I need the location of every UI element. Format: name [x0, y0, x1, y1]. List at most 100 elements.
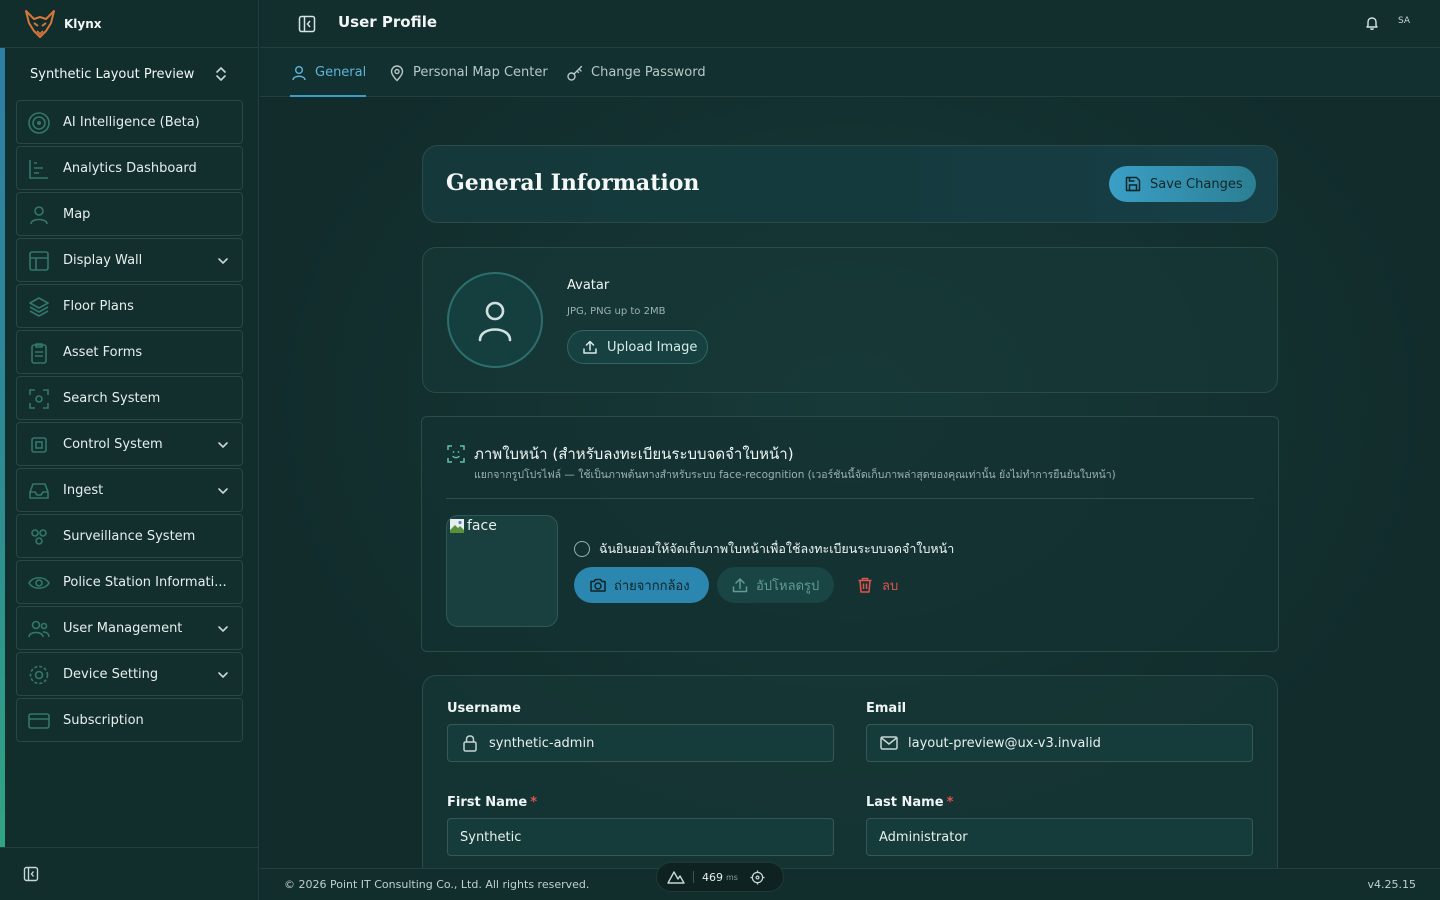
- sidebar-item-subscription[interactable]: Subscription: [16, 698, 243, 742]
- cpu-icon: [31, 437, 47, 453]
- user-avatar[interactable]: SA: [1398, 16, 1410, 26]
- last-name-field[interactable]: Administrator: [866, 818, 1253, 856]
- first-name-value: Synthetic: [460, 829, 522, 845]
- scan-icon: [29, 389, 49, 409]
- profile-form-card: Username synthetic-admin Email layout-pr…: [422, 675, 1278, 868]
- sidebar-item-label: Control System: [63, 436, 163, 452]
- eye-icon: [28, 576, 50, 590]
- mountain-icon: [667, 871, 685, 884]
- save-changes-button[interactable]: Save Changes: [1109, 166, 1256, 202]
- card-icon: [28, 713, 50, 729]
- username-label: Username: [447, 701, 521, 716]
- face-section-subtitle: แยกจากรูปโปรไฟล์ — ใช้เป็นภาพต้นทางสำหรั…: [474, 469, 1116, 481]
- avatar-card: Avatar JPG, PNG up to 2MB Upload Image: [422, 247, 1278, 393]
- chevron-down-icon: [218, 488, 228, 495]
- email-value: layout-preview@ux-v3.invalid: [908, 735, 1101, 751]
- sidebar-item-label: Analytics Dashboard: [63, 160, 197, 176]
- username-value: synthetic-admin: [489, 735, 595, 751]
- chevron-down-icon: [218, 442, 228, 449]
- email-label: Email: [866, 701, 907, 716]
- map-pin-icon: [390, 64, 404, 81]
- face-enrollment-card: ภาพใบหน้า (สำหรับลงทะเบียนระบบจดจำใบหน้า…: [421, 416, 1279, 652]
- key-icon: [567, 65, 583, 81]
- brand[interactable]: Klynx: [0, 0, 258, 48]
- sidebar-item-display-wall[interactable]: Display Wall: [16, 238, 243, 282]
- sidebar-item-label: Floor Plans: [63, 298, 134, 314]
- sidebar-item-map[interactable]: Map: [16, 192, 243, 236]
- toggle-sidebar-icon[interactable]: [298, 15, 316, 33]
- sidebar-nav: AI Intelligence (Beta) Analytics Dashboa…: [16, 100, 243, 744]
- cameras-icon: [31, 529, 47, 545]
- avatar-hint: JPG, PNG up to 2MB: [567, 306, 666, 317]
- brand-name: Klynx: [64, 16, 102, 31]
- tab-change-password[interactable]: Change Password: [566, 48, 706, 97]
- clipboard-icon: [31, 343, 47, 364]
- camera-icon: [590, 578, 606, 592]
- layers-icon: [29, 297, 49, 317]
- fox-logo-icon: [25, 9, 55, 38]
- lock-icon: [463, 735, 477, 752]
- broken-image: face: [447, 516, 557, 534]
- last-name-label: Last Name *: [866, 795, 954, 810]
- upload-image-label: Upload Image: [607, 339, 698, 355]
- upload-face-button[interactable]: อัปโหลดรูป: [717, 567, 834, 603]
- top-header: User Profile SA: [260, 0, 1440, 48]
- sidebar-item-control-system[interactable]: Control System: [16, 422, 243, 466]
- user-icon: [292, 65, 306, 80]
- app-version: v4.25.15: [1367, 878, 1417, 891]
- face-image: face: [446, 515, 558, 627]
- capture-camera-label: ถ่ายจากกล้อง: [614, 578, 690, 594]
- face-section-title: ภาพใบหน้า (สำหรับลงทะเบียนระบบจดจำใบหน้า…: [474, 445, 794, 463]
- sidebar-item-police-station[interactable]: Police Station Informati...: [16, 560, 243, 604]
- save-changes-label: Save Changes: [1150, 176, 1243, 192]
- sidebar-item-ai-intelligence[interactable]: AI Intelligence (Beta): [16, 100, 243, 144]
- user-pin-icon: [30, 206, 48, 225]
- bell-icon[interactable]: [1364, 15, 1380, 31]
- sidebar-item-floor-plans[interactable]: Floor Plans: [16, 284, 243, 328]
- tab-label: Personal Map Center: [413, 65, 548, 80]
- tab-general[interactable]: General: [290, 48, 367, 97]
- sidebar-item-ingest[interactable]: Ingest: [16, 468, 243, 512]
- users-icon: [28, 620, 50, 638]
- sidebar-footer: [0, 847, 259, 900]
- consent-radio[interactable]: [574, 541, 590, 557]
- upload-face-label: อัปโหลดรูป: [756, 578, 820, 594]
- main-content: General Information Save Changes Avatar …: [260, 97, 1440, 868]
- latency-value: 469: [702, 870, 723, 884]
- sidebar-item-label: Device Setting: [63, 666, 159, 682]
- sidebar-item-surveillance-system[interactable]: Surveillance System: [16, 514, 243, 558]
- tab-label: Change Password: [591, 65, 706, 80]
- upload-image-button[interactable]: Upload Image: [567, 330, 708, 364]
- sidebar-item-label: Display Wall: [63, 252, 143, 268]
- workspace-switcher[interactable]: Synthetic Layout Preview: [16, 56, 242, 92]
- divider: [446, 498, 1254, 499]
- sidebar-item-asset-forms[interactable]: Asset Forms: [16, 330, 243, 374]
- sidebar-item-label: AI Intelligence (Beta): [63, 114, 200, 130]
- inbox-icon: [29, 483, 49, 499]
- gear-icon: [29, 665, 49, 685]
- chevron-down-icon: [218, 672, 228, 679]
- copyright: © 2026 Point IT Consulting Co., Ltd. All…: [284, 878, 590, 891]
- upload-icon: [583, 340, 597, 354]
- tab-label: General: [315, 65, 367, 80]
- sidebar-item-device-setting[interactable]: Device Setting: [16, 652, 243, 696]
- sidebar-item-analytics-dashboard[interactable]: Analytics Dashboard: [16, 146, 243, 190]
- workspace-name: Synthetic Layout Preview: [30, 66, 195, 82]
- capture-camera-button[interactable]: ถ่ายจากกล้อง: [574, 567, 709, 603]
- perf-indicator[interactable]: 469 ms: [656, 862, 784, 892]
- user-icon: [478, 301, 512, 342]
- profile-tabs: General Personal Map Center Change Passw…: [260, 48, 1440, 97]
- sidebar-collapse-icon[interactable]: [23, 866, 39, 882]
- sidebar-accent-bar: [0, 48, 5, 848]
- tab-personal-map-center[interactable]: Personal Map Center: [388, 48, 548, 97]
- first-name-field[interactable]: Synthetic: [447, 818, 834, 856]
- page-footer: © 2026 Point IT Consulting Co., Ltd. All…: [260, 862, 1440, 900]
- email-field[interactable]: layout-preview@ux-v3.invalid: [866, 724, 1253, 762]
- face-consent: ฉันยินยอมให้จัดเก็บภาพใบหน้าเพื่อใช้ลงทะ…: [574, 539, 954, 559]
- sidebar-item-search-system[interactable]: Search System: [16, 376, 243, 420]
- section-title: General Information: [446, 170, 700, 196]
- sidebar-item-user-management[interactable]: User Management: [16, 606, 243, 650]
- sidebar-item-label: Map: [63, 206, 91, 222]
- username-field[interactable]: synthetic-admin: [447, 724, 834, 762]
- delete-face-button[interactable]: ลบ: [856, 567, 898, 603]
